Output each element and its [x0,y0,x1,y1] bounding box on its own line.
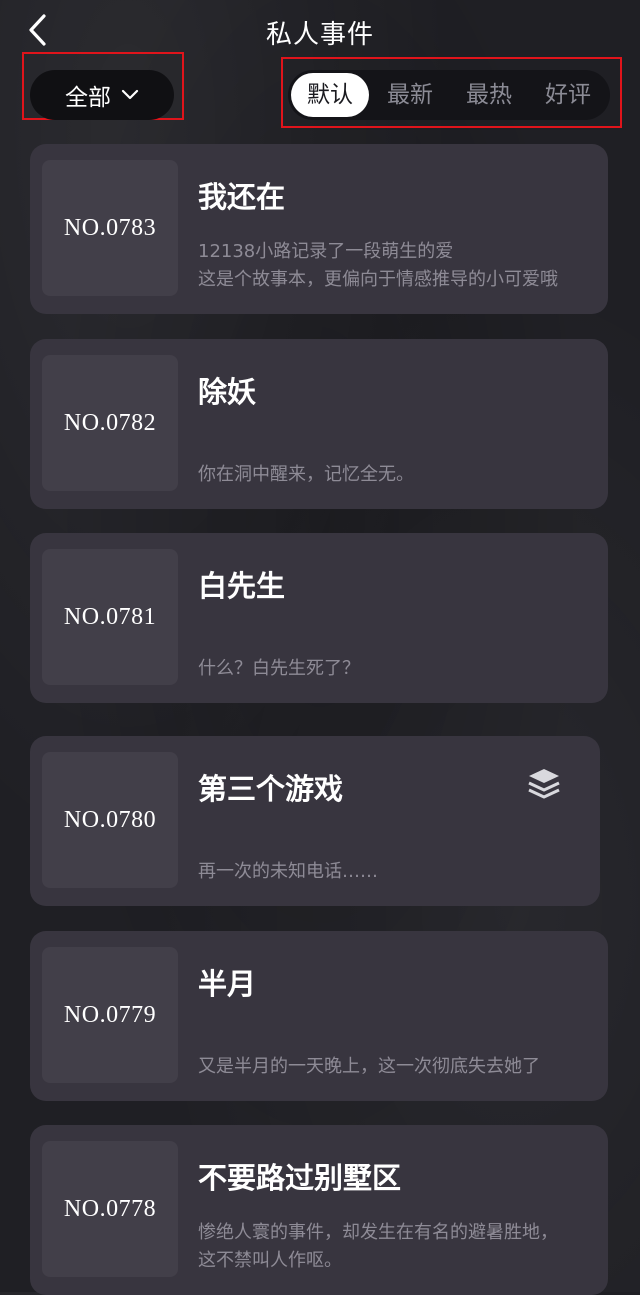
stack-layers-icon [526,766,562,802]
event-description-line: 惨绝人寰的事件，却发生在有名的避暑胜地， [198,1222,558,1243]
event-description: 又是半月的一天晚上，这一次彻底失去她了 [198,1053,598,1081]
sort-tab-best-rated[interactable]: 好评 [529,73,607,117]
page-title: 私人事件 [265,20,374,50]
event-number-tile: NO.0782 [42,355,178,491]
event-description: 什么？白先生死了？ [198,655,598,683]
event-description-line: 什么？白先生死了？ [198,658,360,679]
event-card[interactable]: NO.0781 白先生 什么？白先生死了？ [30,533,608,703]
event-title: 第三个游戏 [198,772,344,806]
event-card[interactable]: NO.0780 第三个游戏 再一次的未知电话…… [30,736,600,906]
event-title: 除妖 [198,375,257,409]
event-number-tile: NO.0778 [42,1141,178,1277]
event-description: 12138小路记录了一段萌生的爱 这是个故事本，更偏向于情感推导的小可爱哦 [198,238,598,294]
event-description-line: 这是个故事本，更偏向于情感推导的小可爱哦 [198,269,558,290]
event-description-line: 这不禁叫人作呕。 [198,1250,342,1271]
sort-tab-hottest[interactable]: 最热 [450,73,528,117]
event-description-line: 你在洞中醒来，记忆全无。 [198,464,414,485]
event-title: 我还在 [198,180,286,214]
event-description: 再一次的未知电话…… [198,858,598,886]
sort-tab-default[interactable]: 默认 [291,73,369,117]
event-number: NO.0778 [63,1195,157,1222]
chevron-down-icon [121,89,139,101]
event-number-tile: NO.0783 [42,160,178,296]
event-number: NO.0783 [63,214,157,241]
category-filter-dropdown[interactable]: 全部 [30,70,174,120]
event-number-tile: NO.0779 [42,947,178,1083]
event-description: 惨绝人寰的事件，却发生在有名的避暑胜地， 这不禁叫人作呕。 [198,1219,598,1275]
event-title: 白先生 [198,569,286,603]
event-title: 半月 [198,967,257,1001]
event-card[interactable]: NO.0779 半月 又是半月的一天晚上，这一次彻底失去她了 [30,931,608,1101]
event-number: NO.0781 [63,603,157,630]
event-card[interactable]: NO.0778 不要路过别墅区 惨绝人寰的事件，却发生在有名的避暑胜地， 这不禁… [30,1125,608,1295]
event-card[interactable]: NO.0782 除妖 你在洞中醒来，记忆全无。 [30,339,608,509]
event-number: NO.0782 [63,409,157,436]
event-description-line: 再一次的未知电话…… [198,861,378,882]
event-description: 你在洞中醒来，记忆全无。 [198,461,598,489]
event-description-line: 12138小路记录了一段萌生的爱 [198,241,454,262]
sort-tab-newest[interactable]: 最新 [371,73,449,117]
event-number-tile: NO.0780 [42,752,178,888]
category-filter-label: 全部 [65,85,111,111]
sort-tabs: 默认 最新 最热 好评 [288,70,610,120]
event-card[interactable]: NO.0783 我还在 12138小路记录了一段萌生的爱 这是个故事本，更偏向于… [30,144,608,314]
event-number: NO.0780 [63,806,157,833]
event-number-tile: NO.0781 [42,549,178,685]
event-number: NO.0779 [63,1001,157,1028]
event-title: 不要路过别墅区 [198,1161,402,1195]
event-description-line: 又是半月的一天晚上，这一次彻底失去她了 [198,1056,540,1077]
